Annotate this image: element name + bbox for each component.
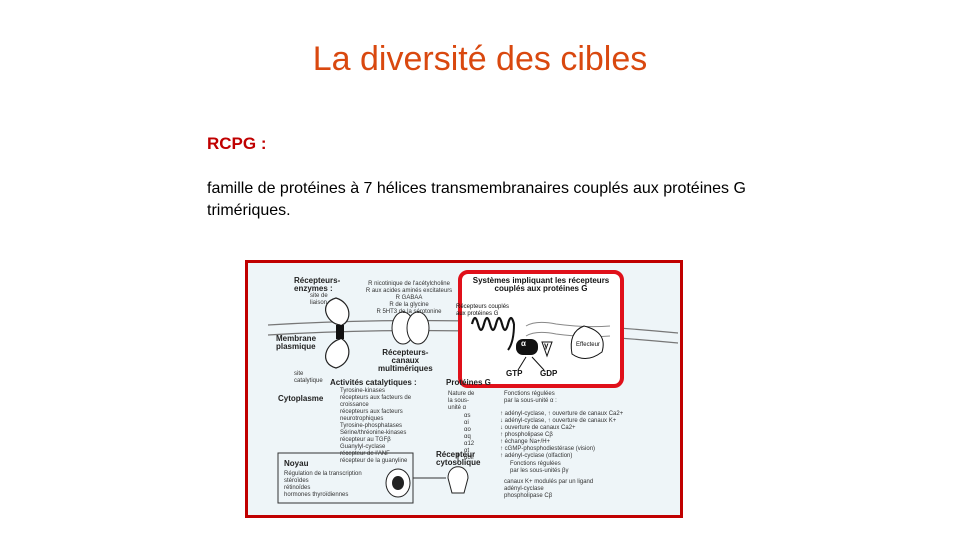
body-text: famille de protéines à 7 hélices transme…: [207, 180, 746, 219]
betagamma-functions-title: Fonctions régulées par les sous-unités β…: [510, 461, 569, 474]
gdp-label: GDP: [540, 369, 558, 378]
gtp-label: GTP: [506, 369, 523, 378]
alpha-subunit-list: αs αi αo αq α12 αt αolf: [464, 413, 475, 461]
catalytic-activities-list: Tyrosine-kinases récepteurs aux facteurs…: [340, 388, 412, 464]
catalytic-activities-title: Activités catalytiques :: [330, 378, 417, 387]
g-proteins-label: Protéines G: [446, 378, 491, 387]
alpha-functions-title: Fonctions régulées par la sous-unité α :: [504, 391, 557, 404]
catalytic-site-label: site catalytique: [294, 371, 323, 384]
figure-diagram: Récepteurs- enzymes : site de liaison Me…: [245, 260, 683, 518]
channel-receptors-label: Récepteurs- canaux multimériques: [378, 348, 433, 373]
nuclear-regulation-list: Régulation de la transcription stéroïdes…: [284, 471, 362, 498]
enzyme-receptors-label: Récepteurs- enzymes :: [294, 276, 341, 293]
binding-site-label: site de liaison: [310, 293, 328, 306]
slide-title: La diversité des cibles: [312, 40, 648, 78]
cytoplasm-label: Cytoplasme: [278, 394, 324, 403]
nucleus-label: Noyau: [284, 459, 309, 468]
gpcr-highlight-box: Systèmes impliquant les récepteurs coupl…: [456, 270, 624, 388]
gpcr-drawing: [470, 316, 611, 371]
gamma-subunit: γ: [544, 341, 549, 350]
section-heading: RCPG :: [207, 134, 267, 153]
betagamma-functions-list: canaux K+ modulés par un ligand adényl-c…: [504, 479, 594, 499]
membrane-label: Membrane plasmique: [276, 334, 317, 351]
channel-list: R nicotinique de l'acétylcholine R aux a…: [365, 281, 453, 315]
alpha-subunit: α: [521, 339, 526, 348]
effector-label: Effecteur: [576, 342, 600, 348]
alpha-nature-label: Nature de la sous- unité α: [448, 391, 475, 411]
alpha-functions-list: ↑ adényl-cyclase, ↑ ouverture de canaux …: [500, 411, 624, 459]
